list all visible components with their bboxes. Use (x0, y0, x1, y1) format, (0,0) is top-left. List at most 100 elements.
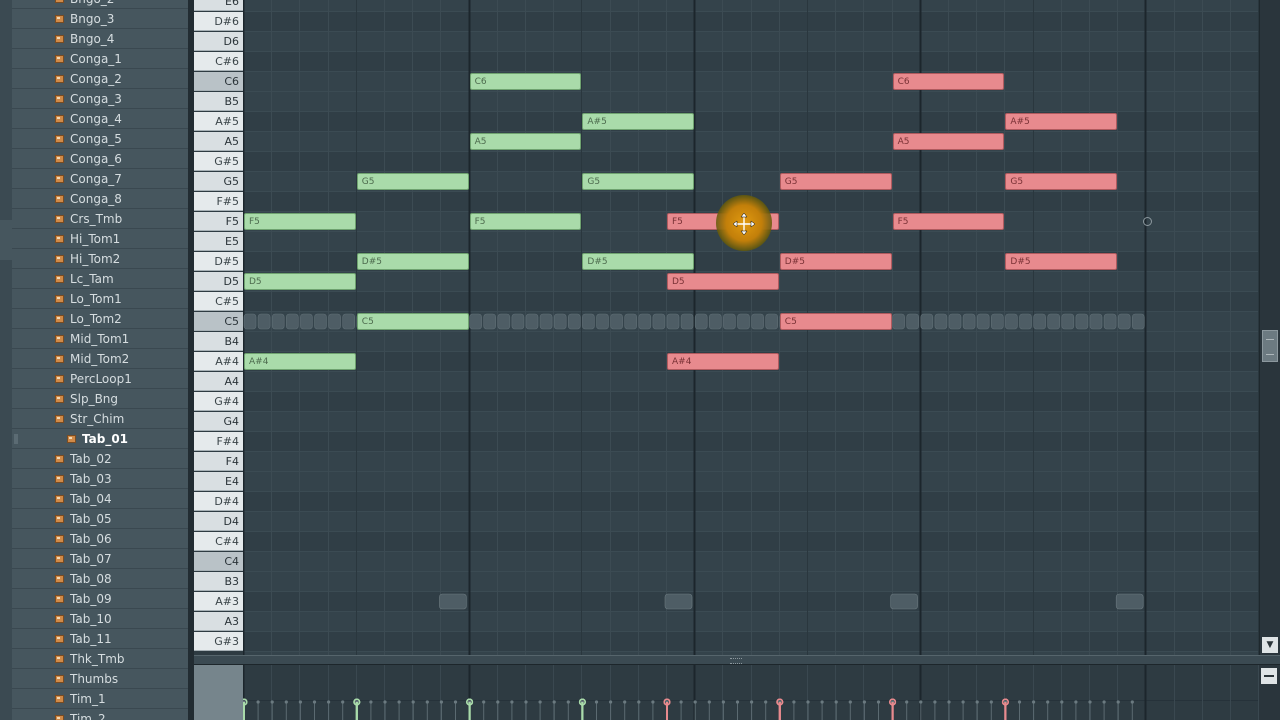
browser-item[interactable]: Hi_Tom2 (12, 250, 188, 269)
note[interactable]: G5 (356, 173, 469, 190)
piano-key[interactable]: B3 (194, 572, 243, 591)
browser-item[interactable]: Tab_05 (12, 510, 188, 529)
browser-item[interactable]: Bngo_4 (12, 30, 188, 49)
piano-key[interactable]: F#4 (194, 432, 243, 451)
piano-key[interactable]: A#5 (194, 112, 243, 131)
browser-item[interactable]: Conga_4 (12, 110, 188, 129)
browser-item[interactable]: Lo_Tom2 (12, 310, 188, 329)
note[interactable]: C6 (892, 73, 1005, 90)
piano-key[interactable]: G#4 (194, 392, 243, 411)
browser-item[interactable]: Conga_5 (12, 130, 188, 149)
note[interactable]: F5 (469, 213, 582, 230)
browser-item[interactable]: Tab_03 (12, 470, 188, 489)
piano-key[interactable]: C4 (194, 552, 243, 571)
piano-key[interactable]: E6 (194, 0, 243, 11)
piano-key[interactable]: D4 (194, 512, 243, 531)
piano-key[interactable]: B5 (194, 92, 243, 111)
piano-key[interactable]: A#4 (194, 352, 243, 371)
browser-item[interactable]: Thumbs (12, 670, 188, 689)
browser-item[interactable]: Bngo_3 (12, 10, 188, 29)
browser-item[interactable]: PercLoop1 (12, 370, 188, 389)
browser-item[interactable]: Tab_06 (12, 530, 188, 549)
piano-key[interactable]: C#4 (194, 532, 243, 551)
piano-key[interactable]: A#3 (194, 592, 243, 611)
piano-key[interactable]: D#5 (194, 252, 243, 271)
note[interactable]: C6 (469, 73, 582, 90)
piano-key[interactable]: G5 (194, 172, 243, 191)
piano-key[interactable]: F#5 (194, 192, 243, 211)
piano-key[interactable]: D5 (194, 272, 243, 291)
browser-item[interactable]: Str_Chim (12, 410, 188, 429)
note[interactable]: C5 (356, 313, 469, 330)
piano-key[interactable]: E5 (194, 232, 243, 251)
panel-edge-tab[interactable] (0, 220, 12, 260)
velocity-event-editor[interactable] (194, 665, 1259, 720)
browser-item[interactable]: Conga_3 (12, 90, 188, 109)
note[interactable]: D#5 (779, 253, 892, 270)
note[interactable]: F5 (244, 213, 356, 230)
note[interactable]: A#4 (667, 353, 779, 370)
note[interactable]: G5 (1005, 173, 1118, 190)
piano-key[interactable]: G#3 (194, 632, 243, 651)
browser-item[interactable]: Conga_8 (12, 190, 188, 209)
browser-item[interactable]: Tab_02 (12, 450, 188, 469)
browser-item[interactable]: Conga_2 (12, 70, 188, 89)
note[interactable]: G5 (779, 173, 892, 190)
vertical-scrollbar[interactable]: ▼ (1259, 0, 1280, 655)
drag-handle-icon[interactable] (14, 434, 18, 444)
browser-item[interactable]: Conga_6 (12, 150, 188, 169)
browser-item[interactable]: Bngo_2 (12, 0, 188, 9)
piano-roll-grid[interactable]: F5 D5 A#4 G5 D#5 C5 C6 A5 F5 A#5 G5 D#5 F5 D5 A#4 G5 D#5… (243, 0, 1259, 655)
note[interactable]: F5 (892, 213, 1005, 230)
piano-key[interactable]: A4 (194, 372, 243, 391)
piano-key[interactable]: D#6 (194, 12, 243, 31)
browser-item[interactable]: Conga_1 (12, 50, 188, 69)
note[interactable]: D5 (244, 273, 356, 290)
browser-item[interactable]: Mid_Tom2 (12, 350, 188, 369)
browser-item[interactable]: Slp_Bng (12, 390, 188, 409)
browser-item[interactable]: Hi_Tom1 (12, 230, 188, 249)
browser-item[interactable]: Crs_Tmb (12, 210, 188, 229)
note[interactable]: A#5 (1005, 113, 1118, 130)
piano-key[interactable]: B4 (194, 332, 243, 351)
browser-item[interactable]: Tab_04 (12, 490, 188, 509)
browser-item[interactable]: Tab_07 (12, 550, 188, 569)
browser-item[interactable]: Conga_7 (12, 170, 188, 189)
note[interactable]: G5 (582, 173, 695, 190)
note[interactable]: A5 (892, 133, 1005, 150)
browser-item[interactable]: Tab_10 (12, 610, 188, 629)
browser-item[interactable]: Lo_Tom1 (12, 290, 188, 309)
event-editor-splitter[interactable] (194, 655, 1280, 665)
note[interactable]: D#5 (582, 253, 695, 270)
piano-key[interactable]: G#5 (194, 152, 243, 171)
note[interactable]: A#4 (244, 353, 356, 370)
note[interactable]: A#5 (582, 113, 695, 130)
browser-item[interactable]: Tab_11 (12, 630, 188, 649)
browser-item[interactable]: Lc_Tam (12, 270, 188, 289)
scroll-thumb[interactable] (1262, 330, 1278, 362)
browser-item[interactable]: Tab_01 (12, 430, 188, 449)
piano-key[interactable]: E4 (194, 472, 243, 491)
piano-key[interactable]: C#6 (194, 52, 243, 71)
note[interactable]: C5 (779, 313, 892, 330)
piano-key[interactable]: F5 (194, 212, 243, 231)
browser-item[interactable]: Tab_09 (12, 590, 188, 609)
piano-key[interactable]: A5 (194, 132, 243, 151)
piano-key[interactable]: C#5 (194, 292, 243, 311)
piano-key[interactable]: D#4 (194, 492, 243, 511)
browser-item[interactable]: Tim_1 (12, 690, 188, 709)
note[interactable]: D#5 (1005, 253, 1118, 270)
note[interactable]: A5 (469, 133, 582, 150)
browser-item[interactable]: Tab_08 (12, 570, 188, 589)
piano-key[interactable]: G4 (194, 412, 243, 431)
scroll-down-button[interactable]: ▼ (1262, 637, 1278, 653)
browser-item[interactable]: Mid_Tom1 (12, 330, 188, 349)
piano-key[interactable]: C6 (194, 72, 243, 91)
note[interactable]: D#5 (356, 253, 469, 270)
note[interactable]: D5 (667, 273, 779, 290)
browser-item[interactable]: Tim_2 (12, 710, 188, 720)
piano-key[interactable]: A3 (194, 612, 243, 631)
browser-item[interactable]: Thk_Tmb (12, 650, 188, 669)
piano-key[interactable]: D6 (194, 32, 243, 51)
collapse-button[interactable] (1261, 668, 1277, 684)
